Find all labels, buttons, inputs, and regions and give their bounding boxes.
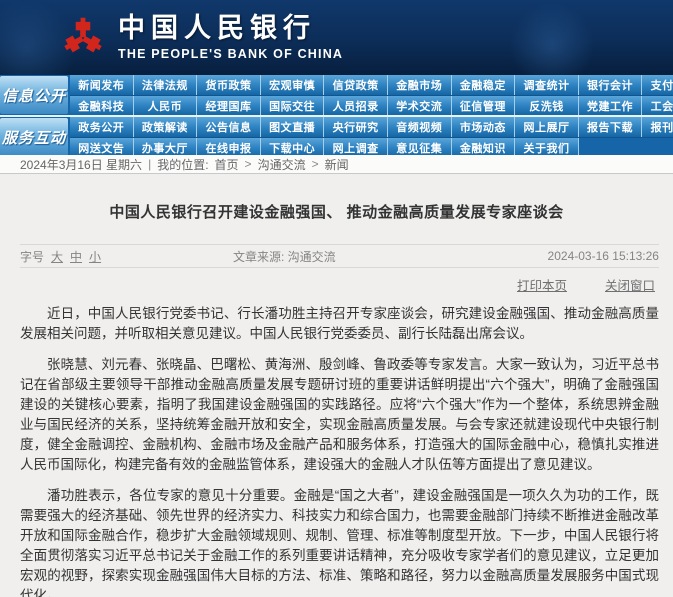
article-actions: 打印本页 关闭窗口 xyxy=(20,275,655,294)
main-navigation: 信息公开 新闻发布法律法规货币政策宏观审慎信贷政策金融市场金融稳定调查统计银行会… xyxy=(0,75,673,155)
nav-item[interactable]: 金融知识 xyxy=(452,138,516,155)
nav-item[interactable]: 关于我们 xyxy=(515,138,579,155)
article-source: 文章来源: 沟通交流 xyxy=(233,248,336,265)
nav-item[interactable]: 公告信息 xyxy=(197,117,261,137)
nav-item[interactable]: 办事大厅 xyxy=(134,138,198,155)
nav-item[interactable]: 人员招录 xyxy=(324,96,388,115)
article-title: 中国人民银行召开建设金融强国、 推动金融高质量发展专家座谈会 xyxy=(20,201,653,222)
nav-item-empty xyxy=(642,138,673,155)
font-size-medium-button[interactable]: 中 xyxy=(70,248,82,265)
nav-item[interactable]: 反洗钱 xyxy=(515,96,579,115)
nav-item[interactable]: 征信管理 xyxy=(452,96,516,115)
nav-item[interactable]: 网送文告 xyxy=(70,138,134,155)
article-content: 中国人民银行召开建设金融强国、 推动金融高质量发展专家座谈会 字号 大 中 小 … xyxy=(0,174,673,597)
nav-item[interactable]: 调查统计 xyxy=(515,75,579,95)
nav-item[interactable]: 政策解读 xyxy=(134,117,198,137)
location-label: 我的位置: xyxy=(157,156,208,173)
nav-item[interactable]: 在线申报 xyxy=(197,138,261,155)
nav-item[interactable]: 党建工作 xyxy=(579,96,643,115)
breadcrumb-link-home[interactable]: 首页 xyxy=(215,156,239,173)
breadcrumb: 2024年3月16日 星期六 | 我的位置: 首页 > 沟通交流 > 新闻 xyxy=(0,155,673,174)
nav-item[interactable]: 人民币 xyxy=(134,96,198,115)
bank-name-chinese: 中国人民银行 xyxy=(118,14,343,44)
breadcrumb-link-communication[interactable]: 沟通交流 xyxy=(258,156,306,173)
article-timestamp: 2024-03-16 15:13:26 xyxy=(548,249,659,263)
nav-item[interactable]: 宏观审慎 xyxy=(261,75,325,95)
nav-item[interactable]: 国际交往 xyxy=(261,96,325,115)
close-window-link[interactable]: 关闭窗口 xyxy=(605,275,655,294)
nav-item[interactable]: 报告下载 xyxy=(579,117,643,137)
nav-row: 政务公开政策解读公告信息图文直播央行研究音频视频市场动态网上展厅报告下载报刊年鉴 xyxy=(70,117,673,137)
breadcrumb-arrow: > xyxy=(312,157,319,171)
pboc-logo-icon xyxy=(62,12,104,64)
nav-item[interactable]: 金融科技 xyxy=(70,96,134,115)
nav-item[interactable]: 金融市场 xyxy=(388,75,452,95)
nav-item[interactable]: 市场动态 xyxy=(452,117,516,137)
nav-item[interactable]: 网上展厅 xyxy=(515,117,579,137)
site-header: 中国人民银行 THE PEOPLE'S BANK OF CHINA xyxy=(0,0,673,75)
article-meta-bar: 字号 大 中 小 文章来源: 沟通交流 2024-03-16 15:13:26 xyxy=(20,244,659,268)
article-paragraph: 张晓慧、刘元春、张晓晶、巴曙松、黄海洲、殷剑峰、鲁政委等专家发言。大家一致认为，… xyxy=(20,355,659,475)
nav-row: 金融科技人民币经理国库国际交往人员招录学术交流征信管理反洗钱党建工作工会工作 xyxy=(70,95,673,115)
article-paragraph: 近日，中国人民银行党委书记、行长潘功胜主持召开专家座谈会，研究建设金融强国、推动… xyxy=(20,304,659,344)
bank-title-block: 中国人民银行 THE PEOPLE'S BANK OF CHINA xyxy=(118,14,343,61)
nav-item[interactable]: 货币政策 xyxy=(197,75,261,95)
pboc-webpage: 中国人民银行 THE PEOPLE'S BANK OF CHINA 信息公开 新… xyxy=(0,0,673,597)
bank-name-english: THE PEOPLE'S BANK OF CHINA xyxy=(118,47,343,61)
nav-row: 新闻发布法律法规货币政策宏观审慎信贷政策金融市场金融稳定调查统计银行会计支付体系 xyxy=(70,75,673,95)
nav-item[interactable]: 工会工作 xyxy=(642,96,673,115)
nav-section-service-interaction[interactable]: 服务互动 xyxy=(0,118,68,156)
font-size-label: 字号 xyxy=(20,248,44,265)
font-size-small-button[interactable]: 小 xyxy=(89,248,101,265)
nav-item-empty xyxy=(579,138,643,155)
article-body: 近日，中国人民银行党委书记、行长潘功胜主持召开专家座谈会，研究建设金融强国、推动… xyxy=(20,304,659,597)
nav-item[interactable]: 央行研究 xyxy=(324,117,388,137)
nav-item[interactable]: 政务公开 xyxy=(70,117,134,137)
print-page-link[interactable]: 打印本页 xyxy=(517,275,567,294)
nav-item[interactable]: 意见征集 xyxy=(388,138,452,155)
nav-item[interactable]: 网上调查 xyxy=(324,138,388,155)
nav-group-service-interaction: 服务互动 政务公开政策解读公告信息图文直播央行研究音频视频市场动态网上展厅报告下… xyxy=(0,115,673,155)
font-size-large-button[interactable]: 大 xyxy=(51,248,63,265)
breadcrumb-pipe: | xyxy=(148,157,151,171)
nav-section-information-disclosure[interactable]: 信息公开 xyxy=(0,76,68,114)
nav-item[interactable]: 经理国库 xyxy=(197,96,261,115)
nav-item[interactable]: 银行会计 xyxy=(579,75,643,95)
nav-item[interactable]: 法律法规 xyxy=(134,75,198,95)
current-date: 2024年3月16日 星期六 xyxy=(20,156,142,173)
nav-item[interactable]: 学术交流 xyxy=(388,96,452,115)
article-paragraph: 潘功胜表示，各位专家的意见十分重要。金融是“国之大者”，建设金融强国是一项久久为… xyxy=(20,486,659,597)
nav-item[interactable]: 音频视频 xyxy=(388,117,452,137)
nav-item[interactable]: 金融稳定 xyxy=(452,75,516,95)
nav-item[interactable]: 下载中心 xyxy=(261,138,325,155)
nav-group-information-disclosure: 信息公开 新闻发布法律法规货币政策宏观审慎信贷政策金融市场金融稳定调查统计银行会… xyxy=(0,75,673,115)
nav-item[interactable]: 信贷政策 xyxy=(324,75,388,95)
nav-row: 网送文告办事大厅在线申报下载中心网上调查意见征集金融知识关于我们 xyxy=(70,137,673,155)
nav-item[interactable]: 图文直播 xyxy=(261,117,325,137)
breadcrumb-arrow: > xyxy=(245,157,252,171)
breadcrumb-link-news[interactable]: 新闻 xyxy=(325,156,349,173)
nav-item[interactable]: 支付体系 xyxy=(642,75,673,95)
nav-item[interactable]: 新闻发布 xyxy=(70,75,134,95)
nav-item[interactable]: 报刊年鉴 xyxy=(642,117,673,137)
